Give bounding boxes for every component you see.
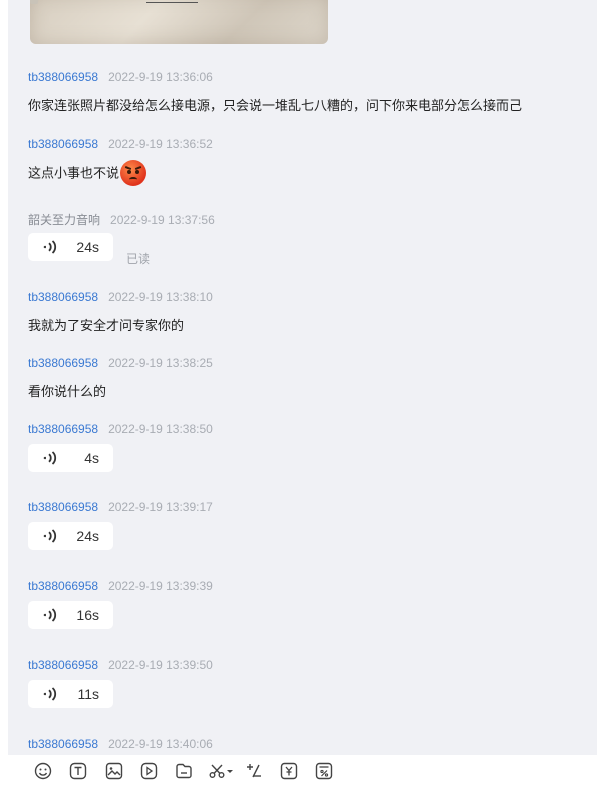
message-time: 2022-9-19 13:37:56 [110, 213, 215, 227]
voice-duration: 24s [76, 239, 99, 255]
message-meta: tb388066958 2022-9-19 13:40:06 [28, 737, 213, 751]
message-time: 2022-9-19 13:38:10 [108, 290, 213, 304]
voice-duration: 11s [77, 686, 99, 702]
message-time: 2022-9-19 13:36:52 [108, 137, 213, 151]
message-time: 2022-9-19 13:40:06 [108, 737, 213, 751]
sender-name[interactable]: tb388066958 [28, 658, 98, 672]
voice-wave-icon [43, 529, 59, 543]
sender-name[interactable]: tb388066958 [28, 579, 98, 593]
voice-duration: 4s [84, 450, 99, 466]
message-meta: tb388066958 2022-9-19 13:38:10 [28, 290, 213, 304]
image-message-thumbnail[interactable] [30, 0, 328, 44]
scissors-icon[interactable] [208, 762, 226, 780]
image-icon[interactable] [105, 762, 123, 780]
message-text: 我就为了安全才问专家你的 [28, 318, 185, 333]
read-status: 已读 [126, 252, 151, 266]
voice-message[interactable]: 11s [28, 680, 113, 708]
message-text: 看你说什么的 [28, 384, 107, 399]
voice-message[interactable]: 16s [28, 601, 113, 629]
message-meta: tb388066958 2022-9-19 13:39:17 [28, 500, 213, 514]
video-icon[interactable] [140, 762, 158, 780]
file-icon[interactable] [175, 762, 193, 780]
sender-name: 韶关至力音响 [28, 213, 101, 227]
dropdown-arrow-icon[interactable] [226, 762, 234, 780]
input-toolbar [0, 755, 597, 798]
voice-message[interactable]: 24s [28, 233, 113, 261]
sender-name[interactable]: tb388066958 [28, 737, 98, 751]
clipped-previous-message [30, 0, 220, 4]
message-time: 2022-9-19 13:38:25 [108, 356, 213, 370]
angry-face-icon [120, 160, 147, 186]
message-text: 这点小事也不说 [28, 165, 120, 181]
message-time: 2022-9-19 13:39:17 [108, 500, 213, 514]
coupon-icon[interactable] [280, 762, 298, 780]
message-meta: tb388066958 2022-9-19 13:38:50 [28, 422, 213, 436]
voice-duration: 16s [76, 607, 99, 623]
sender-name[interactable]: tb388066958 [28, 70, 98, 84]
clipped-text [146, 0, 198, 3]
message-meta: tb388066958 2022-9-19 13:39:39 [28, 579, 213, 593]
chat-history[interactable]: tb388066958 2022-9-19 13:36:06 你家连张照片都没给怎… [0, 0, 597, 755]
voice-wave-icon [43, 240, 59, 254]
message-text: 你家连张照片都没给怎么接电源，只会说一堆乱七八糟的，问下你来电部分怎么接而己 [28, 98, 523, 113]
message-time: 2022-9-19 13:36:06 [108, 70, 213, 84]
quick-phrase-icon[interactable] [245, 762, 263, 780]
message-meta: tb388066958 2022-9-19 13:36:06 [28, 70, 213, 84]
voice-wave-icon [43, 451, 59, 465]
sender-name[interactable]: tb388066958 [28, 356, 98, 370]
voice-duration: 24s [76, 528, 99, 544]
sender-name[interactable]: tb388066958 [28, 422, 98, 436]
message-text-with-emoji: 这点小事也不说 [28, 160, 147, 187]
message-time: 2022-9-19 13:38:50 [108, 422, 213, 436]
message-meta: tb388066958 2022-9-19 13:36:52 [28, 137, 213, 151]
left-divider [0, 0, 8, 798]
sender-name[interactable]: tb388066958 [28, 500, 98, 514]
message-time: 2022-9-19 13:39:50 [108, 658, 213, 672]
small-image-icon [30, 0, 38, 4]
voice-wave-icon [43, 608, 59, 622]
sender-name[interactable]: tb388066958 [28, 137, 98, 151]
message-meta: tb388066958 2022-9-19 13:39:50 [28, 658, 213, 672]
message-meta: tb388066958 2022-9-19 13:38:25 [28, 356, 213, 370]
message-time: 2022-9-19 13:39:39 [108, 579, 213, 593]
discount-icon[interactable] [315, 762, 333, 780]
message-meta: 韶关至力音响 2022-9-19 13:37:56 [28, 211, 215, 228]
voice-message[interactable]: 4s [28, 444, 113, 472]
voice-wave-icon [43, 687, 59, 701]
emoji-icon[interactable] [34, 762, 52, 780]
voice-message[interactable]: 24s [28, 522, 113, 550]
text-format-icon[interactable] [69, 762, 87, 780]
sender-name[interactable]: tb388066958 [28, 290, 98, 304]
